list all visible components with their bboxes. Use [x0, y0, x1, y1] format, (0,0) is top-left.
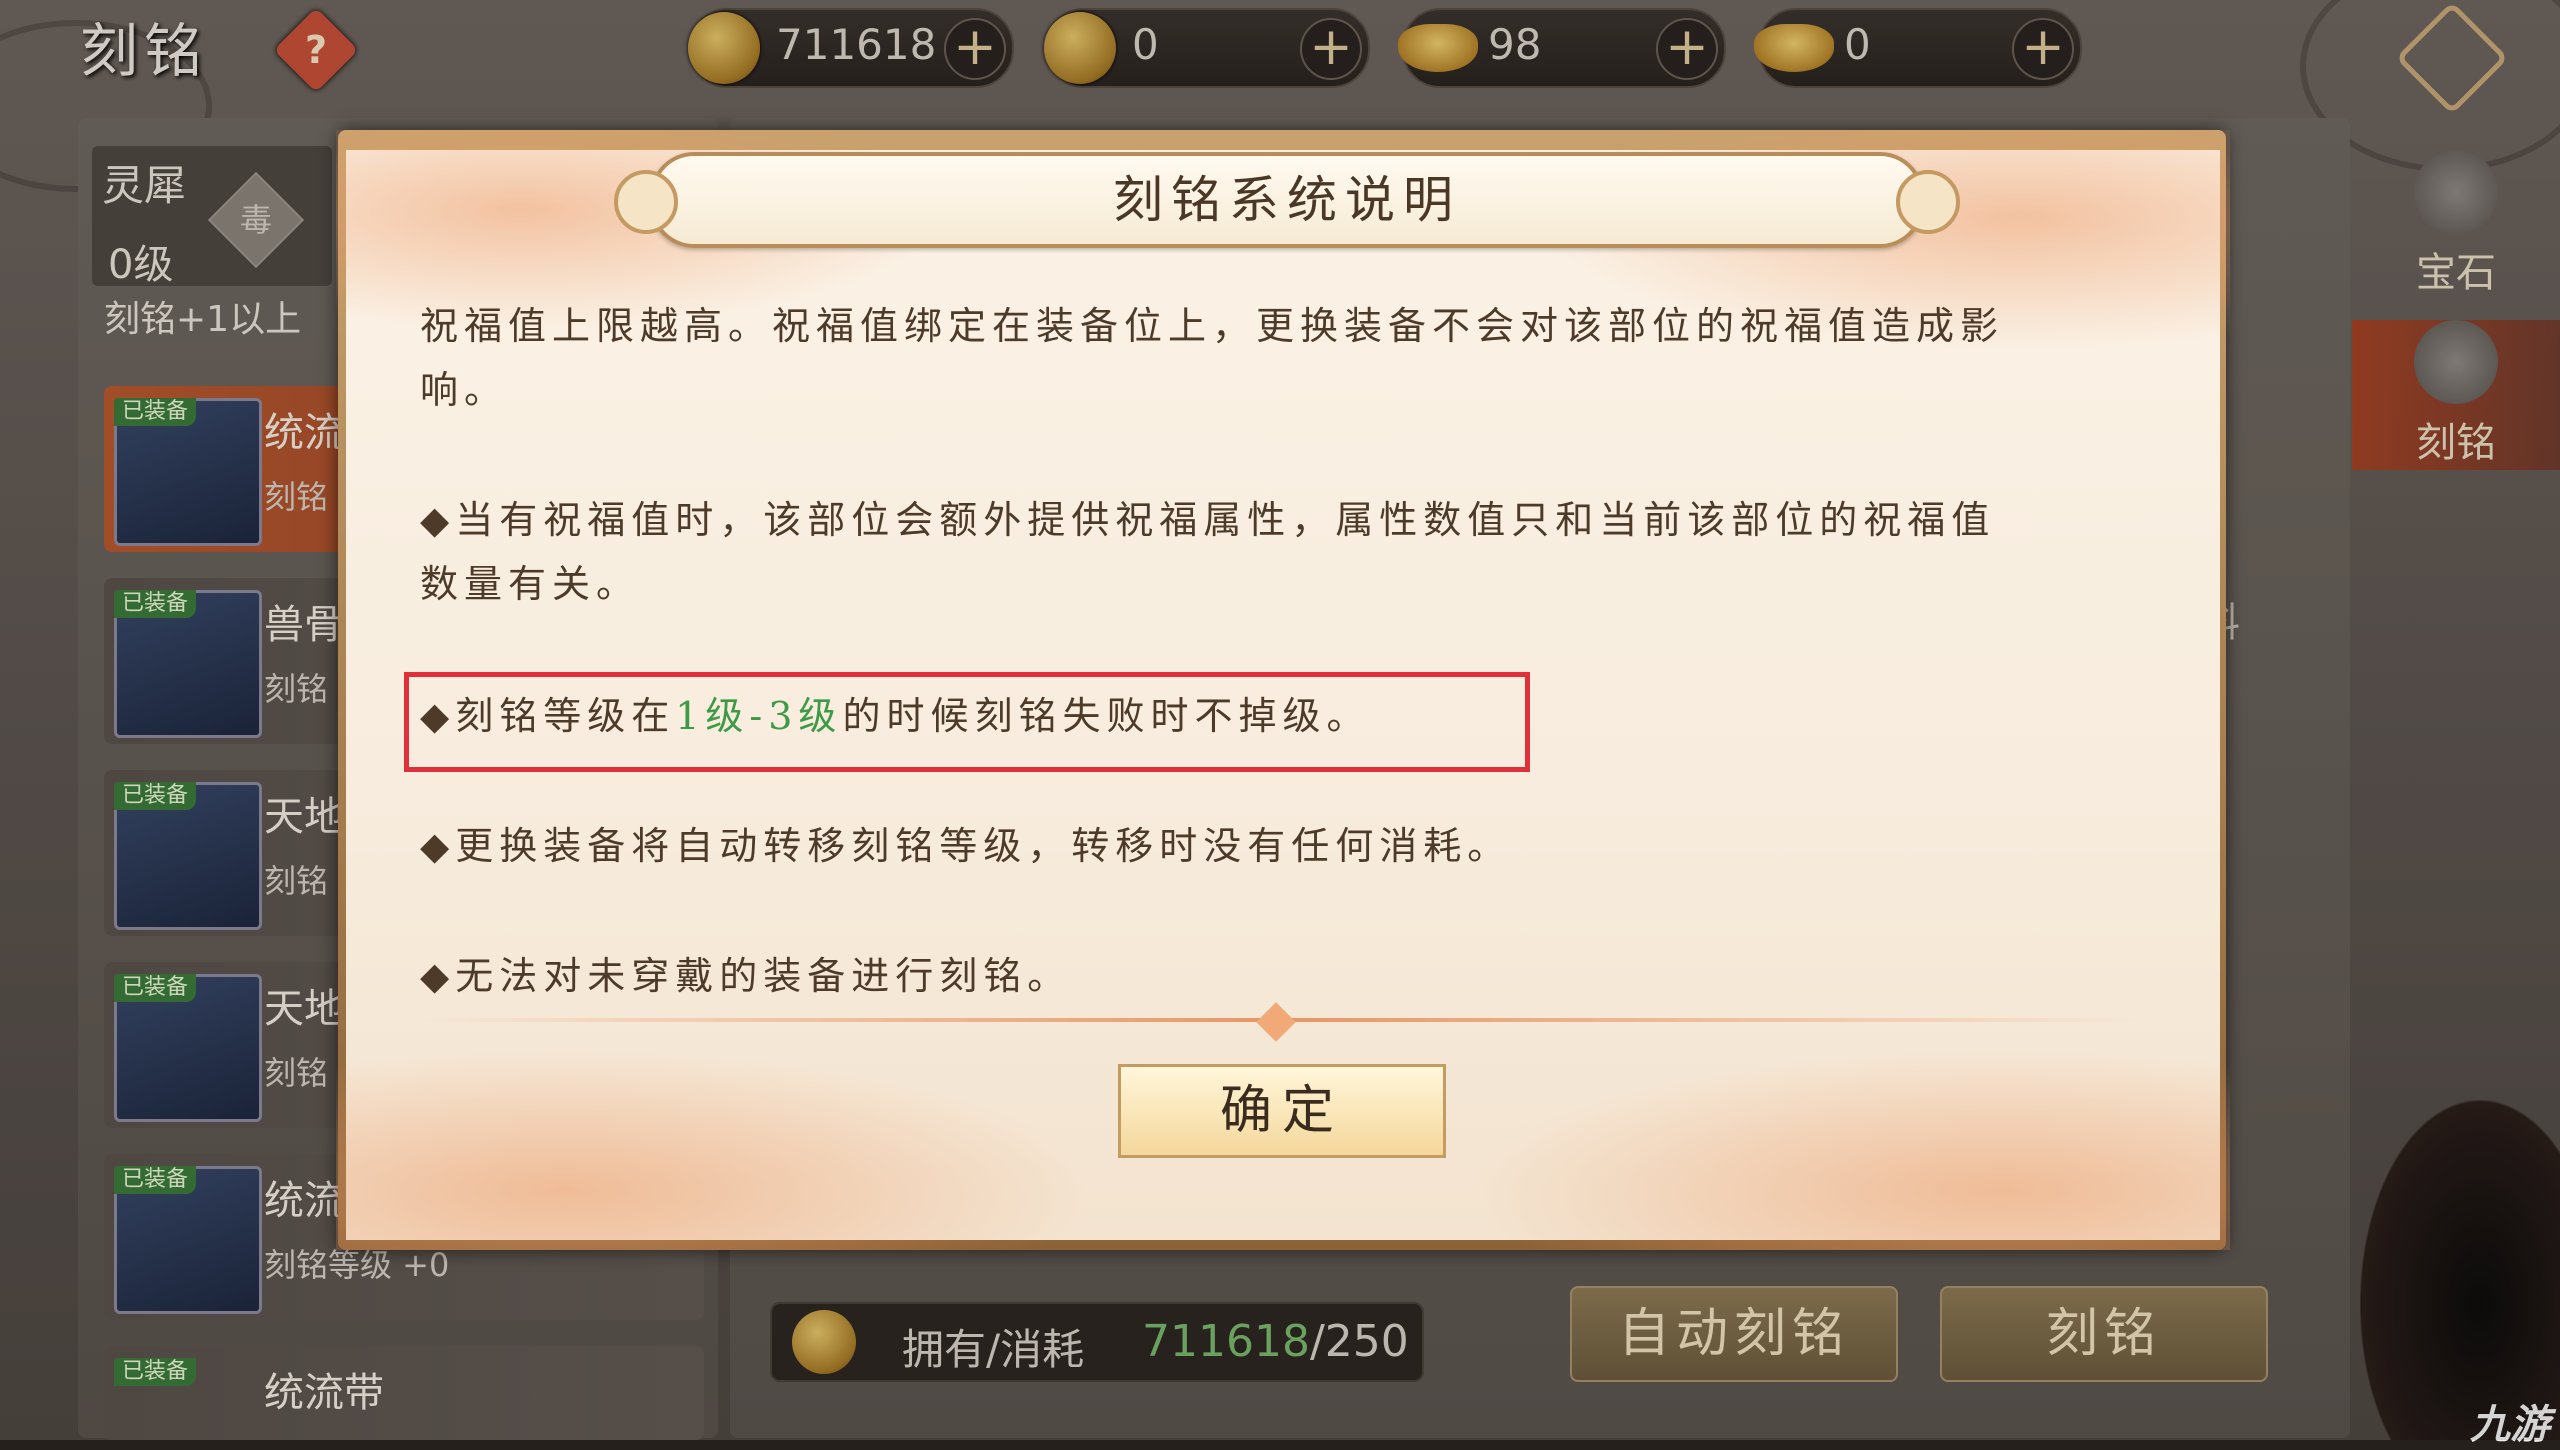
info-paragraph: ◆更换装备将自动转移刻铭等级，转移时没有任何消耗。 — [420, 824, 1512, 868]
flame-ornament — [1470, 1050, 2230, 1250]
flame-ornament — [336, 1050, 1096, 1250]
dialog-title: 刻铭系统说明 — [1113, 171, 1461, 229]
confirm-button[interactable]: 确定 — [1118, 1064, 1446, 1158]
dialog-title-banner: 刻铭系统说明 — [614, 152, 1960, 248]
info-paragraph: 祝福值上限越高。祝福值绑定在装备位上，更换装备不会对该部位的祝福值造成影 响。 — [420, 304, 2005, 412]
info-paragraph: ◆无法对未穿戴的装备进行刻铭。 — [420, 954, 1072, 998]
info-paragraph: ◆当有祝福值时，该部位会额外提供祝福属性，属性数值只和当前该部位的祝福值 数量有… — [420, 498, 1996, 606]
red-highlight-box — [404, 672, 1530, 772]
